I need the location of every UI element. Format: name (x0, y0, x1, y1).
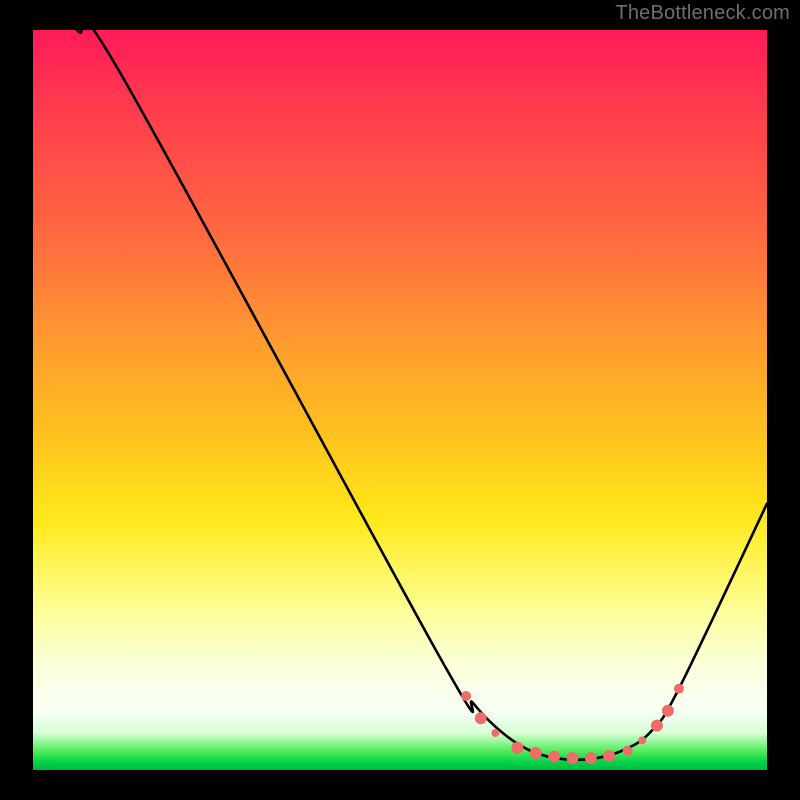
curve-marker (651, 720, 663, 732)
curve-marker (674, 684, 684, 694)
curve-marker (566, 752, 578, 764)
curve-marker (623, 746, 633, 756)
chart-frame: TheBottleneck.com (0, 0, 800, 800)
curve-marker (475, 712, 487, 724)
curve-marker (638, 736, 646, 744)
curve-marker (662, 705, 674, 717)
plot-area (33, 30, 767, 770)
curve-marker (603, 750, 615, 762)
curve-marker (461, 691, 471, 701)
marker-group (461, 684, 684, 765)
curve-marker (548, 751, 560, 763)
curve-marker (530, 747, 542, 759)
curve-marker (491, 729, 499, 737)
curve-marker (511, 742, 523, 754)
bottleneck-curve (33, 0, 767, 760)
watermark-text: TheBottleneck.com (615, 2, 790, 25)
curve-marker (585, 752, 597, 764)
curve-layer (33, 30, 767, 770)
